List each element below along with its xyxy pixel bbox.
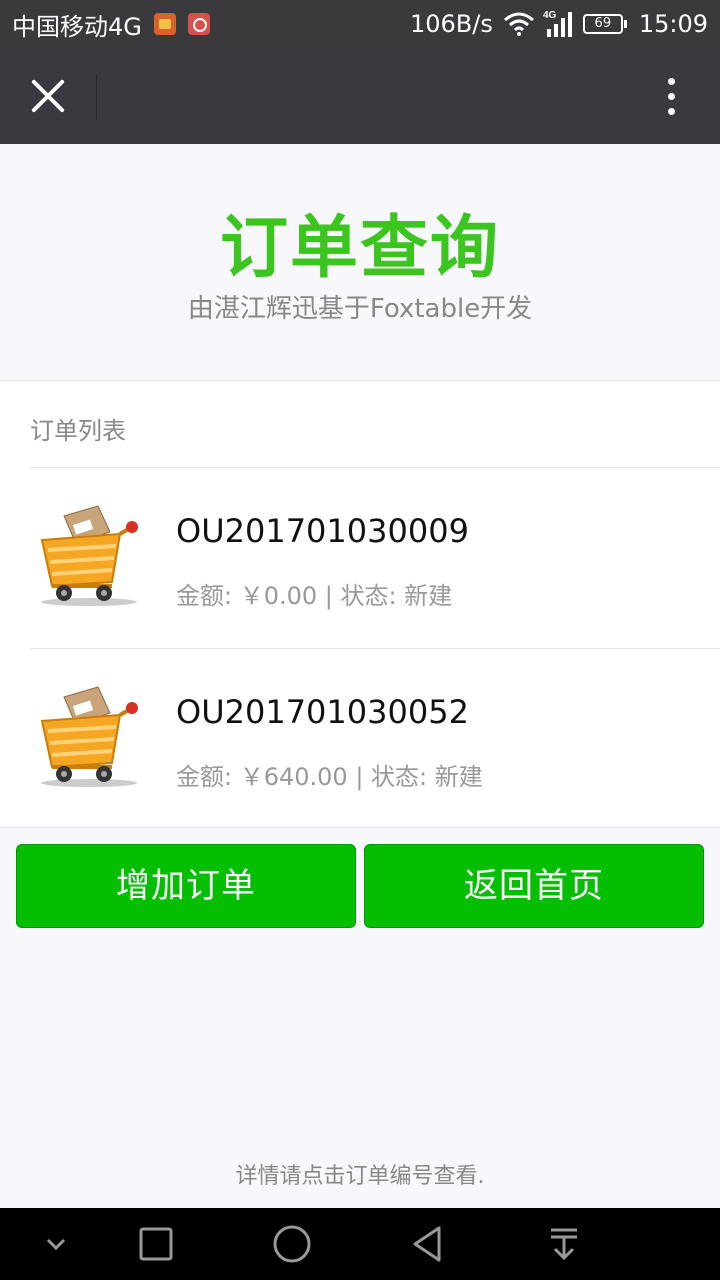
carrier-label: 中国移动4G [12, 12, 142, 41]
list-item[interactable]: OU201701030009 金额: ￥0.00 | 状态: 新建 [0, 468, 720, 648]
page-subtitle: 由湛江辉迅基于Foxtable开发 [187, 294, 533, 324]
status-bar: 中国移动4G 106B/s 4G 69 15:09 [0, 0, 720, 48]
recent-apps-icon[interactable] [134, 1222, 178, 1266]
footer-tip: 详情请点击订单编号查看. [235, 1164, 485, 1189]
clock: 15:09 [638, 10, 708, 38]
home-icon[interactable] [270, 1222, 314, 1266]
back-icon[interactable] [406, 1222, 450, 1266]
signal-type-label: 4G [543, 10, 557, 21]
order-number-link[interactable]: OU201701030009 [176, 512, 469, 550]
shopping-cart-icon [40, 505, 138, 606]
back-home-button[interactable]: 返回首页 [364, 844, 704, 928]
navigation-bar [0, 1208, 720, 1280]
cell-signal-icon: 4G [543, 10, 572, 37]
wifi-icon [503, 12, 534, 36]
title-bar [0, 48, 720, 144]
order-number-link[interactable]: OU201701030052 [176, 693, 469, 731]
add-order-button[interactable]: 增加订单 [16, 844, 356, 928]
list-item[interactable]: OU201701030052 金额: ￥640.00 | 状态: 新建 [0, 649, 720, 829]
more-vertical-icon[interactable] [652, 74, 692, 120]
close-icon[interactable] [22, 72, 74, 120]
notification-app-icon [153, 13, 176, 35]
title-divider [96, 74, 97, 120]
notification-pull-icon[interactable] [542, 1222, 586, 1266]
network-speed: 106B/s [409, 10, 493, 38]
battery-level: 69 [582, 14, 623, 34]
page-header: 订单查询 由湛江辉迅基于Foxtable开发 [0, 144, 720, 380]
order-meta: 金额: ￥0.00 | 状态: 新建 [176, 582, 453, 610]
notification-app-icon [187, 13, 210, 35]
order-meta: 金额: ￥640.00 | 状态: 新建 [176, 763, 483, 791]
shopping-cart-icon [40, 686, 138, 787]
chevron-down-icon[interactable] [34, 1222, 78, 1266]
order-list: 订单列表 OU201701030009 金额: ￥0.00 | 状态: 新建 O… [0, 380, 720, 828]
list-header: 订单列表 [30, 417, 126, 445]
battery-icon: 69 [582, 14, 627, 34]
page-title: 订单查询 [219, 209, 500, 288]
